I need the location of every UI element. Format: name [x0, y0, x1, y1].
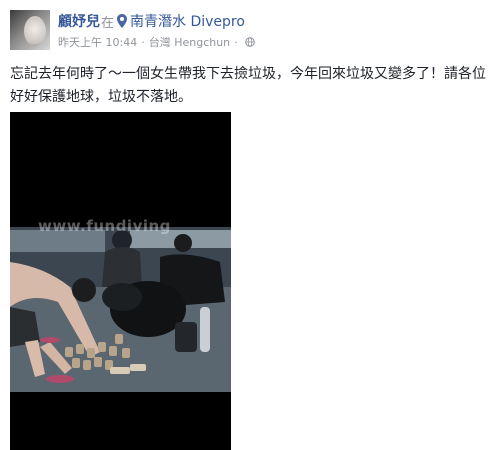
at-label: 在	[101, 15, 115, 31]
avatar[interactable]	[10, 10, 50, 50]
map-pin-icon	[116, 14, 128, 28]
post-meta: 昨天上午 10:44 · 台灣 Hengchun ·	[58, 34, 255, 50]
meta-separator: ·	[234, 35, 238, 49]
meta-separator: ·	[141, 35, 145, 49]
post-timestamp[interactable]: 昨天上午 10:44	[58, 34, 137, 50]
post-text: 忘記去年何時了～一個女生帶我下去撿垃圾，今年回來垃圾又變多了！請各位好好保護地球…	[10, 66, 486, 105]
checkin-location[interactable]: 南青潛水 Divepro	[130, 11, 245, 31]
post-photo[interactable]: www.fundiving	[10, 112, 231, 450]
photo-watermark: www.fundiving	[38, 217, 171, 235]
author-name[interactable]: 顧妤兒	[58, 11, 100, 31]
post-header: 顧妤兒 在 南青潛水 Divepro	[58, 11, 245, 31]
globe-icon[interactable]	[244, 37, 255, 47]
post-place[interactable]: 台灣 Hengchun	[149, 34, 230, 50]
